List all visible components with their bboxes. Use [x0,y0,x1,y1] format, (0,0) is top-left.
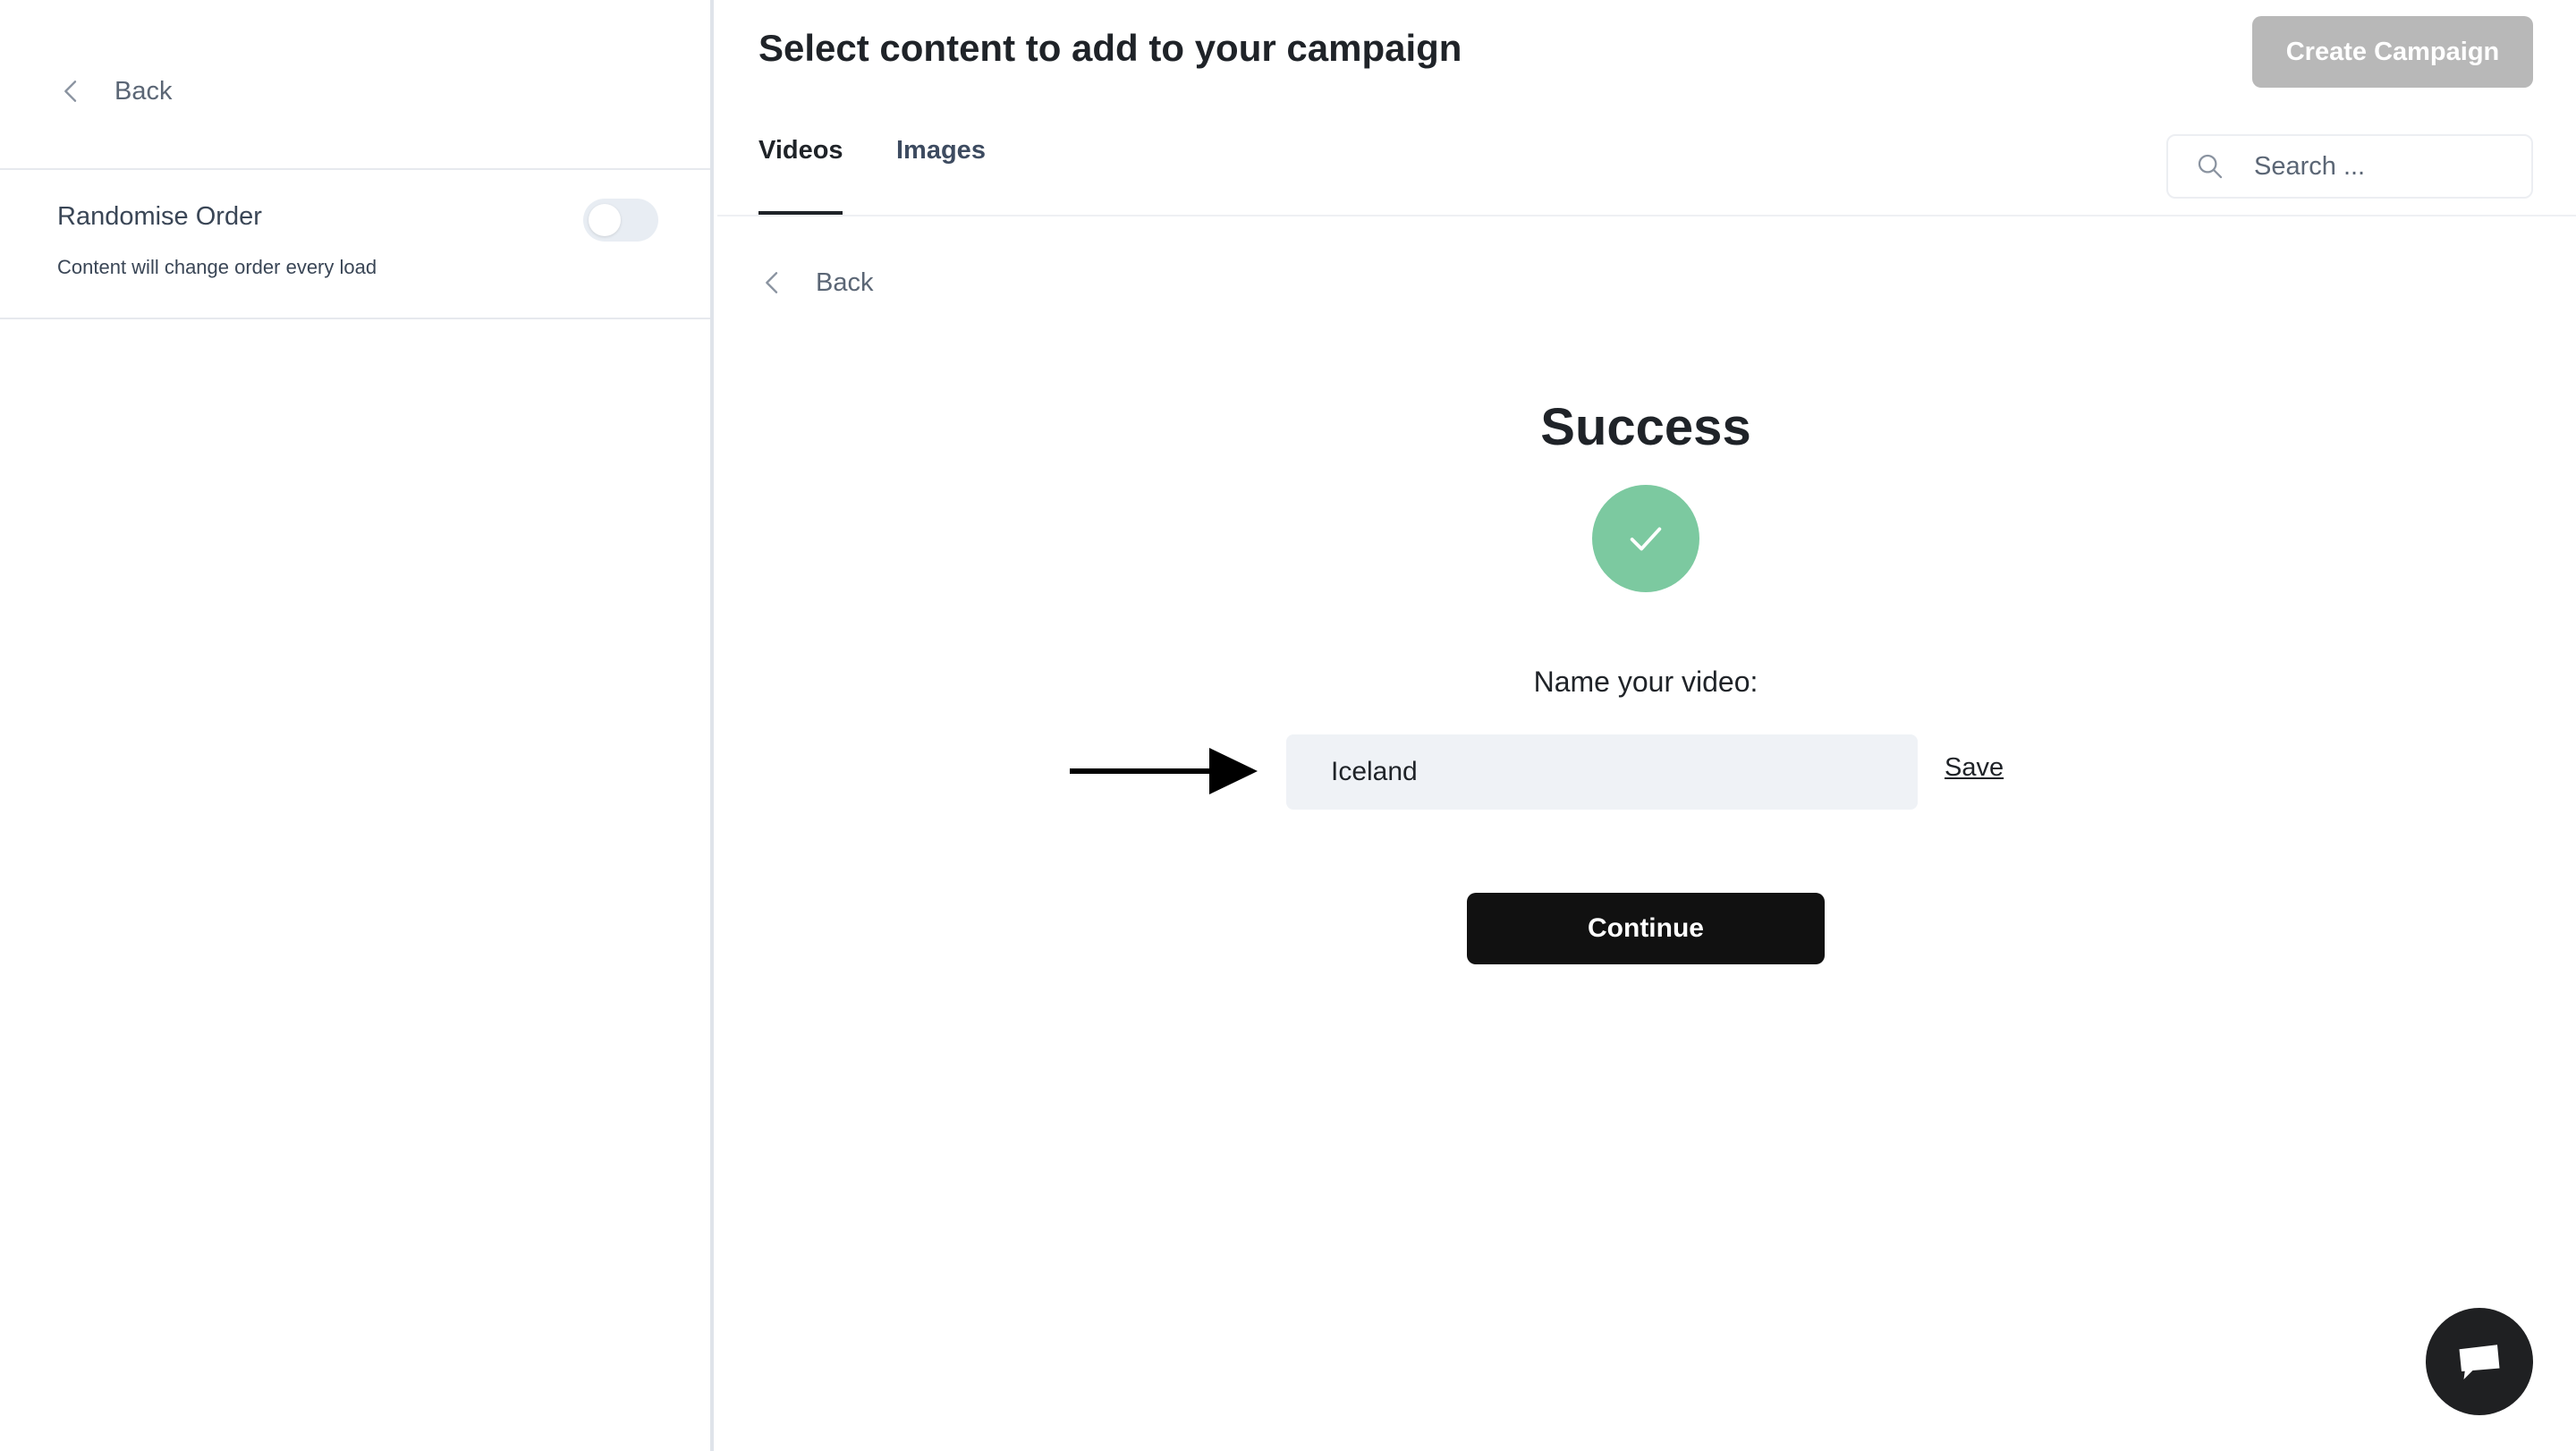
tab-videos[interactable]: Videos [758,136,843,215]
check-icon [1630,527,1662,551]
search-box[interactable] [2166,134,2533,199]
tab-images[interactable]: Images [896,136,995,215]
toggle-knob [589,204,621,236]
success-badge [1592,485,1699,592]
search-icon [2198,154,2223,179]
video-name-input[interactable] [1286,734,1918,810]
chat-launcher-button[interactable] [2426,1308,2533,1415]
create-campaign-button[interactable]: Create Campaign [2252,16,2533,88]
sidebar-back-label: Back [114,76,173,106]
arrow-right-icon [1070,748,1258,794]
chat-bubble-icon [2459,1345,2500,1379]
success-heading: Success [1540,398,1751,456]
chevron-left-icon [64,81,77,102]
sidebar-back-button[interactable]: Back [57,70,172,113]
continue-button[interactable]: Continue [1467,893,1825,964]
randomise-order-toggle[interactable] [583,199,658,242]
content-back-label: Back [816,267,874,297]
search-input[interactable] [2252,150,2521,182]
name-video-label: Name your video: [1533,666,1758,698]
randomise-order-title: Randomise Order [57,202,262,231]
sidebar-divider [0,318,710,319]
header-divider [717,215,2576,216]
page-title: Select content to add to your campaign [758,27,1462,69]
content-back-button[interactable]: Back [758,261,873,304]
sidebar: Back Randomise Order Content will change… [0,0,714,1451]
chevron-left-icon [766,272,778,293]
randomise-order-description: Content will change order every load [57,256,377,278]
sidebar-divider [0,168,710,170]
randomise-order-setting: Randomise Order Content will change orde… [57,202,665,278]
save-link[interactable]: Save [1945,753,2004,783]
